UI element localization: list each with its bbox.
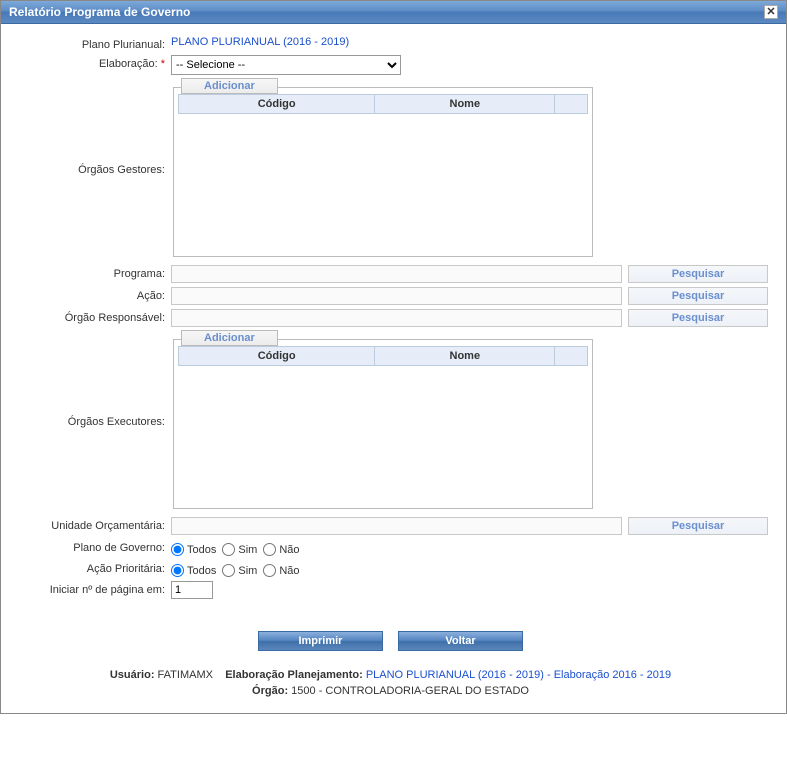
programa-input[interactable] — [171, 265, 622, 283]
plano-governo-radios: Todos Sim Não — [171, 539, 768, 556]
label-programa: Programa: — [13, 265, 171, 280]
col-nome-2: Nome — [375, 347, 555, 366]
elaboracao-select[interactable]: -- Selecione -- — [171, 55, 401, 75]
col-actions — [555, 95, 588, 114]
acao-input[interactable] — [171, 287, 622, 305]
pesquisar-orgao-responsavel-button[interactable]: Pesquisar — [628, 309, 768, 327]
pesquisar-acao-button[interactable]: Pesquisar — [628, 287, 768, 305]
label-plano-plurianual: Plano Plurianual: — [13, 36, 171, 51]
orgaos-executores-box: Código Nome — [173, 339, 593, 509]
col-codigo-2: Código — [179, 347, 375, 366]
unidade-orcamentaria-input[interactable] — [171, 517, 622, 535]
orgao-responsavel-input[interactable] — [171, 309, 622, 327]
page-start-input[interactable] — [171, 581, 213, 599]
ap-todos-radio[interactable] — [171, 564, 184, 577]
pg-nao-radio[interactable] — [263, 543, 276, 556]
voltar-button[interactable]: Voltar — [398, 631, 523, 651]
pg-sim-radio[interactable] — [222, 543, 235, 556]
pesquisar-unidade-button[interactable]: Pesquisar — [628, 517, 768, 535]
form-content: Plano Plurianual: PLANO PLURIANUAL (2016… — [1, 24, 786, 713]
adicionar-gestores-button[interactable]: Adicionar — [181, 78, 278, 94]
col-actions-2 — [555, 347, 588, 366]
col-codigo: Código — [179, 95, 375, 114]
orgaos-gestores-box: Código Nome — [173, 87, 593, 257]
ap-nao-radio[interactable] — [263, 564, 276, 577]
plano-plurianual-link[interactable]: PLANO PLURIANUAL (2016 - 2019) — [171, 36, 349, 48]
ap-sim-radio[interactable] — [222, 564, 235, 577]
label-acao: Ação: — [13, 287, 171, 302]
close-icon[interactable]: ✕ — [764, 5, 778, 19]
pg-todos-radio[interactable] — [171, 543, 184, 556]
imprimir-button[interactable]: Imprimir — [258, 631, 383, 651]
col-nome: Nome — [375, 95, 555, 114]
adicionar-executores-button[interactable]: Adicionar — [181, 330, 278, 346]
footer-line1: Usuário: FATIMAMX Elaboração Planejament… — [13, 669, 768, 681]
window-title: Relatório Programa de Governo — [9, 5, 190, 19]
label-orgaos-executores: Órgãos Executores: — [13, 413, 171, 428]
footer-line2: Órgão: 1500 - CONTROLADORIA-GERAL DO EST… — [13, 685, 768, 697]
label-orgao-responsavel: Órgão Responsável: — [13, 309, 171, 324]
label-elaboracao: Elaboração: * — [13, 55, 171, 70]
required-mark: * — [161, 58, 165, 70]
footer-buttons: Imprimir Voltar — [13, 631, 768, 651]
label-plano-de-governo: Plano de Governo: — [13, 539, 171, 554]
label-unidade-orcamentaria: Unidade Orçamentária: — [13, 517, 171, 532]
report-window: Relatório Programa de Governo ✕ Plano Pl… — [0, 0, 787, 714]
orgaos-gestores-table: Código Nome — [178, 94, 588, 114]
orgaos-executores-table: Código Nome — [178, 346, 588, 366]
acao-prioritaria-radios: Todos Sim Não — [171, 560, 768, 577]
titlebar: Relatório Programa de Governo ✕ — [1, 1, 786, 24]
label-iniciar-pagina: Iniciar nº de página em: — [13, 581, 171, 596]
label-acao-prioritaria: Ação Prioritária: — [13, 560, 171, 575]
label-orgaos-gestores: Órgãos Gestores: — [13, 161, 171, 176]
pesquisar-programa-button[interactable]: Pesquisar — [628, 265, 768, 283]
footer-elaboracao-link[interactable]: PLANO PLURIANUAL (2016 - 2019) - Elabora… — [366, 669, 671, 681]
